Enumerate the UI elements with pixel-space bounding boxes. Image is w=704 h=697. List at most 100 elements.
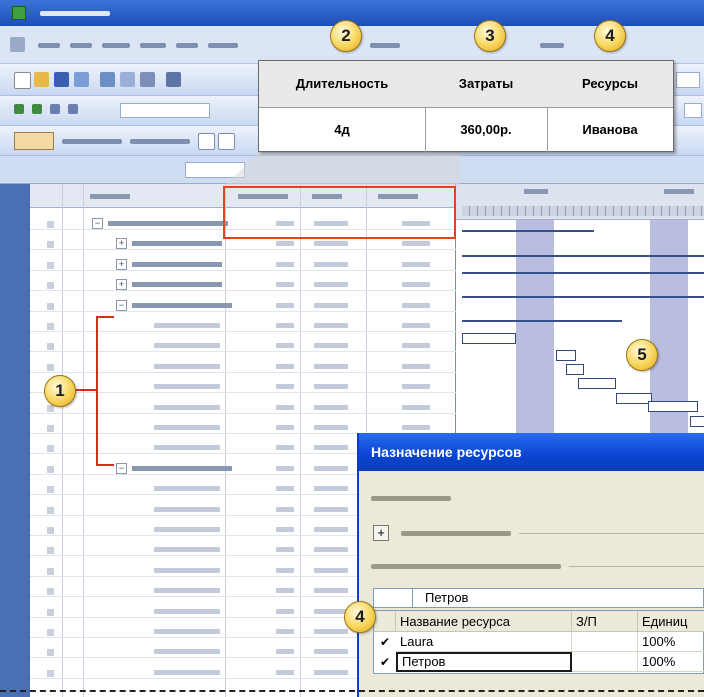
resource-name-header[interactable]: Название ресурса: [396, 611, 572, 632]
task-name-cell[interactable]: [154, 588, 220, 594]
task-field-cell[interactable]: [314, 506, 348, 512]
task-field-cell[interactable]: [276, 527, 294, 532]
show-dropdown[interactable]: [120, 103, 210, 118]
row-indicator[interactable]: [47, 567, 54, 575]
task-bar[interactable]: [462, 333, 516, 344]
row-indicator[interactable]: [47, 363, 54, 371]
task-field-cell[interactable]: [314, 282, 348, 288]
task-name-cell[interactable]: [154, 629, 220, 634]
task-bar[interactable]: [690, 416, 704, 427]
task-name-cell[interactable]: [154, 384, 220, 390]
task-name-cell[interactable]: [132, 465, 232, 471]
task-field-cell[interactable]: [314, 343, 348, 349]
task-field-cell[interactable]: [402, 261, 430, 267]
task-field-cell[interactable]: [402, 363, 430, 369]
menu-item[interactable]: [38, 43, 60, 48]
rate-cell[interactable]: [572, 632, 638, 652]
task-field-cell[interactable]: [276, 323, 294, 328]
outline-toggle[interactable]: −: [116, 462, 127, 474]
task-name-cell[interactable]: [154, 649, 220, 655]
rate-cell[interactable]: [572, 652, 638, 672]
task-field-cell[interactable]: [276, 629, 294, 634]
task-field-cell[interactable]: [314, 465, 348, 471]
task-field-cell[interactable]: [276, 486, 294, 492]
resources-table[interactable]: Название ресурса З/П Единиц ✔ Laura 100%…: [373, 610, 704, 674]
outdent-icon[interactable]: [32, 104, 42, 114]
task-name-cell[interactable]: [154, 363, 220, 369]
task-field-cell[interactable]: [402, 384, 430, 390]
preview-icon[interactable]: [100, 72, 115, 87]
task-name-cell[interactable]: [154, 669, 220, 675]
task-field-cell[interactable]: [276, 241, 294, 247]
task-name-cell[interactable]: [154, 506, 220, 512]
task-field-cell[interactable]: [276, 547, 294, 553]
font-dropdown[interactable]: [684, 103, 702, 118]
row-indicator[interactable]: [47, 506, 54, 514]
summary-bar[interactable]: [462, 272, 704, 274]
task-field-cell[interactable]: [276, 588, 294, 594]
task-name-cell[interactable]: [154, 323, 220, 328]
task-name-cell[interactable]: [132, 241, 222, 247]
outline-toggle[interactable]: +: [116, 238, 127, 250]
row-indicator[interactable]: [47, 486, 54, 494]
outline-toggle[interactable]: +: [116, 279, 127, 291]
task-field-cell[interactable]: [276, 506, 294, 512]
task-name-cell[interactable]: [154, 404, 220, 410]
row-indicator[interactable]: [47, 425, 54, 432]
task-field-cell[interactable]: [276, 302, 294, 308]
task-name-cell[interactable]: [154, 608, 220, 614]
row-indicator[interactable]: [47, 221, 54, 228]
row-indicator[interactable]: [47, 629, 54, 636]
summary-bar[interactable]: [462, 296, 704, 298]
menu-item[interactable]: [208, 43, 238, 48]
summary-bar[interactable]: [462, 230, 594, 232]
summary-bar[interactable]: [462, 320, 622, 322]
task-field-cell[interactable]: [402, 241, 430, 247]
task-field-cell[interactable]: [402, 323, 430, 328]
row-indicator[interactable]: [47, 343, 54, 351]
task-field-cell[interactable]: [314, 588, 348, 594]
task-field-cell[interactable]: [276, 425, 294, 430]
zoom-box[interactable]: [676, 72, 700, 88]
row-indicator[interactable]: [47, 445, 54, 453]
row-indicator[interactable]: [47, 608, 54, 616]
task-field-cell[interactable]: [402, 404, 430, 410]
task-field-cell[interactable]: [276, 261, 294, 267]
task-field-cell[interactable]: [402, 343, 430, 349]
rate-header[interactable]: З/П: [572, 611, 638, 632]
row-indicator[interactable]: [47, 669, 54, 677]
task-field-cell[interactable]: [314, 261, 348, 267]
open-icon[interactable]: [34, 72, 49, 87]
menu-item[interactable]: [370, 43, 400, 48]
task-field-cell[interactable]: [276, 465, 294, 471]
row-indicator[interactable]: [47, 323, 54, 330]
task-field-cell[interactable]: [314, 384, 348, 390]
tool-icon[interactable]: [140, 72, 155, 87]
resource-name-cell-selected[interactable]: Петров: [396, 652, 572, 672]
task-bar[interactable]: [648, 401, 698, 412]
task-bar[interactable]: [578, 378, 616, 389]
menu-item[interactable]: [140, 43, 166, 48]
task-field-cell[interactable]: [314, 302, 348, 308]
row-indicator[interactable]: [47, 547, 54, 555]
indent-icon[interactable]: [14, 104, 24, 114]
task-field-cell[interactable]: [276, 608, 294, 614]
task-field-cell[interactable]: [314, 425, 348, 430]
task-field-cell[interactable]: [314, 363, 348, 369]
filter-icon[interactable]: [218, 133, 235, 150]
menu-item[interactable]: [176, 43, 198, 48]
resource-name-input[interactable]: Петров: [412, 588, 704, 608]
cut-icon[interactable]: [166, 72, 181, 87]
row-indicator[interactable]: [47, 527, 54, 534]
task-field-cell[interactable]: [276, 363, 294, 369]
resource-name-cell[interactable]: Laura: [396, 632, 572, 652]
row-indicator[interactable]: [47, 282, 54, 290]
expand-options-button[interactable]: +: [373, 525, 389, 541]
task-field-cell[interactable]: [314, 241, 348, 247]
menu-item[interactable]: [70, 43, 92, 48]
task-field-cell[interactable]: [276, 404, 294, 410]
task-field-cell[interactable]: [276, 669, 294, 675]
row-indicator[interactable]: [47, 465, 54, 473]
row-indicator[interactable]: [47, 649, 54, 657]
units-header[interactable]: Единиц: [638, 611, 704, 632]
